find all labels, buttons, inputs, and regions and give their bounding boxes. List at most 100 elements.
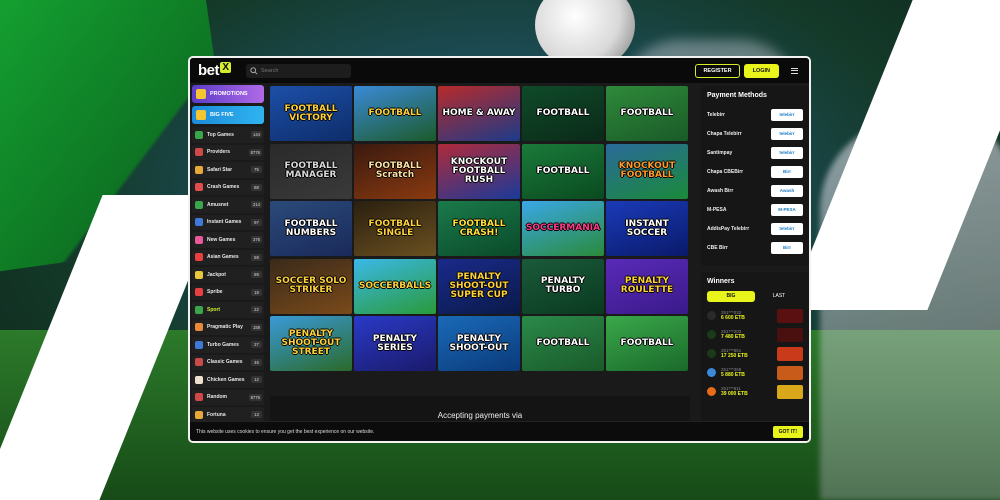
sidebar-item-crash-games[interactable]: Crash Games 88 bbox=[192, 179, 264, 195]
game-tile[interactable]: FOOTBALL bbox=[354, 86, 436, 141]
game-tile[interactable]: FOOTBALL bbox=[606, 86, 688, 141]
game-tile[interactable]: PENALTY TURBO bbox=[522, 258, 604, 314]
sidebar-item-label: Fortuna bbox=[207, 411, 226, 418]
winner-amount: 7 480 ETB bbox=[721, 334, 745, 341]
game-tile[interactable]: FOOTBALL bbox=[522, 316, 604, 371]
game-tile[interactable]: SOCCER SOLO STRIKER bbox=[270, 258, 352, 314]
winner-info: 251***861 17 250 ETB bbox=[721, 348, 777, 359]
game-tile[interactable]: KNOCKOUT FOOTBALL RUSH bbox=[438, 143, 520, 199]
game-tile[interactable]: FOOTBALL bbox=[522, 86, 604, 141]
game-title: FOOTBALL Scratch bbox=[368, 161, 422, 180]
sidebar-item-label: Crash Games bbox=[207, 184, 240, 191]
winner-game-thumbnail[interactable] bbox=[777, 384, 803, 399]
big-five-button[interactable]: BIG FIVE bbox=[192, 106, 264, 124]
sidebar-item-sport[interactable]: Sport 22 bbox=[192, 302, 264, 318]
register-button[interactable]: REGISTER bbox=[695, 63, 740, 78]
game-title: FOOTBALL bbox=[536, 165, 590, 176]
tab-last[interactable]: LAST bbox=[755, 291, 803, 302]
winner-game-thumbnail[interactable] bbox=[777, 365, 803, 380]
payment-method-row[interactable]: Chapa CBEBirr Birr bbox=[707, 162, 803, 181]
game-tile[interactable]: FOOTBALL bbox=[606, 316, 688, 371]
sidebar-item-label: Asian Games bbox=[207, 254, 239, 261]
sidebar-item-instant-games[interactable]: Instant Games 97 bbox=[192, 214, 264, 230]
sidebar-item-turbo-games[interactable]: Turbo Games 27 bbox=[192, 337, 264, 353]
sidebar-item-jackpot[interactable]: Jackpot 89 bbox=[192, 267, 264, 283]
game-tile[interactable]: FOOTBALL VICTORY bbox=[270, 86, 352, 141]
game-title: PENALTY SHOOT-OUT SUPER CUP bbox=[449, 271, 509, 300]
winner-row: 251***861 17 250 ETB bbox=[707, 344, 803, 363]
payment-method-row[interactable]: CBE Birr Birr bbox=[707, 238, 803, 257]
payment-method-row[interactable]: AddisPay Telebirr telebirr bbox=[707, 219, 803, 238]
hamburger-menu-icon[interactable] bbox=[787, 64, 801, 78]
game-tile[interactable]: FOOTBALL SINGLE bbox=[354, 201, 436, 256]
game-tile[interactable]: HOME & AWAY bbox=[438, 86, 520, 141]
sidebar-item-label: Pragmatic Play bbox=[207, 324, 243, 331]
sidebar-item-asian-games[interactable]: Asian Games 59 bbox=[192, 249, 264, 265]
sidebar-item-amusnet[interactable]: Amusnet 214 bbox=[192, 197, 264, 213]
sidebar-item-chicken-games[interactable]: Chicken Games 12 bbox=[192, 372, 264, 388]
gift-icon bbox=[196, 89, 206, 99]
instant-games-icon bbox=[195, 218, 203, 227]
winner-game-thumbnail[interactable] bbox=[777, 327, 803, 342]
sport-icon bbox=[195, 305, 203, 314]
winner-avatar bbox=[707, 349, 716, 358]
game-tile[interactable]: SOCCERBALLS bbox=[354, 258, 436, 314]
payment-method-row[interactable]: Chapa Telebirr telebirr bbox=[707, 124, 803, 143]
sidebar-item-count: 97 bbox=[251, 218, 262, 226]
pragmatic-play-icon bbox=[195, 323, 203, 332]
brand-logo[interactable]: bet X bbox=[198, 62, 246, 79]
game-tile[interactable]: PENALTY ROULETTE bbox=[606, 258, 688, 314]
payment-method-logo: telebirr bbox=[771, 146, 803, 159]
winners-tabs: BIG LAST bbox=[707, 291, 803, 302]
payment-method-row[interactable]: Santimpay telebirr bbox=[707, 143, 803, 162]
sidebar-item-random[interactable]: Random 8776 bbox=[192, 389, 264, 405]
winner-game-thumbnail[interactable] bbox=[777, 308, 803, 323]
game-title: KNOCKOUT FOOTBALL RUSH bbox=[450, 156, 508, 185]
game-title: FOOTBALL SINGLE bbox=[368, 218, 422, 238]
payment-method-name: Chapa Telebirr bbox=[707, 130, 742, 137]
game-tile[interactable]: FOOTBALL CRASH! bbox=[438, 201, 520, 256]
payment-method-name: Chapa CBEBirr bbox=[707, 168, 744, 175]
cookie-accept-button[interactable]: GOT IT! bbox=[772, 425, 803, 438]
login-button[interactable]: LOGIN bbox=[743, 63, 779, 78]
payment-method-row[interactable]: M-PESA M-PESA bbox=[707, 200, 803, 219]
sidebar-item-top-games[interactable]: Top Games 144 bbox=[192, 127, 264, 143]
sidebar-item-pragmatic-play[interactable]: Pragmatic Play 159 bbox=[192, 319, 264, 335]
game-tile[interactable]: FOOTBALL bbox=[522, 143, 604, 199]
winner-game-thumbnail[interactable] bbox=[777, 346, 803, 361]
game-tile[interactable]: SOCCERMANIA bbox=[522, 201, 604, 256]
winner-avatar bbox=[707, 311, 716, 320]
payment-method-row[interactable]: Awash Birr Awash bbox=[707, 181, 803, 200]
game-tile[interactable]: KNOCKOUT FOOTBALL bbox=[606, 143, 688, 199]
sidebar-item-providers[interactable]: Providers 8776 bbox=[192, 144, 264, 160]
sidebar-item-classic-games[interactable]: Classic Games 48 bbox=[192, 354, 264, 370]
payment-method-logo: M-PESA bbox=[771, 203, 803, 216]
game-tile[interactable]: PENALTY SERIES bbox=[354, 316, 436, 371]
winner-row: 251***368 5 880 ETB bbox=[707, 363, 803, 382]
game-tile[interactable]: PENALTY SHOOT-OUT STREET bbox=[270, 316, 352, 371]
game-tile[interactable]: FOOTBALL NUMBERS bbox=[270, 201, 352, 256]
game-title: SOCCERMANIA bbox=[525, 223, 601, 233]
game-grid: FOOTBALL VICTORY FOOTBALL HOME & AWAY FOOTB… bbox=[270, 86, 694, 371]
payment-method-name: Awash Birr bbox=[707, 187, 734, 194]
sidebar-item-new-games[interactable]: New Games 376 bbox=[192, 232, 264, 248]
winner-info: 251***203 7 480 ETB bbox=[721, 329, 777, 340]
search-box[interactable] bbox=[246, 63, 351, 78]
game-tile[interactable]: PENALTY SHOOT-OUT bbox=[438, 316, 520, 371]
payment-method-name: CBE Birr bbox=[707, 244, 728, 251]
game-tile[interactable]: FOOTBALL MANAGER bbox=[270, 143, 352, 199]
asian-games-icon bbox=[195, 253, 203, 262]
winner-avatar bbox=[707, 330, 716, 339]
promotions-button[interactable]: PROMOTIONS bbox=[192, 85, 264, 103]
game-title: PENALTY SERIES bbox=[372, 333, 418, 353]
sidebar-item-count: 27 bbox=[251, 341, 262, 349]
sidebar-item-spribe[interactable]: Spribe 18 bbox=[192, 284, 264, 300]
tab-big[interactable]: BIG bbox=[707, 291, 755, 302]
game-tile[interactable]: INSTANT SOCCER bbox=[606, 201, 688, 256]
game-tile[interactable]: FOOTBALL Scratch bbox=[354, 143, 436, 199]
winner-amount: 17 250 ETB bbox=[721, 353, 748, 360]
search-input[interactable] bbox=[261, 67, 351, 74]
payment-method-row[interactable]: Telebirr telebirr bbox=[707, 105, 803, 124]
sidebar-item-safari-star[interactable]: Safari Star 75 bbox=[192, 162, 264, 178]
game-tile[interactable]: PENALTY SHOOT-OUT SUPER CUP bbox=[438, 258, 520, 314]
